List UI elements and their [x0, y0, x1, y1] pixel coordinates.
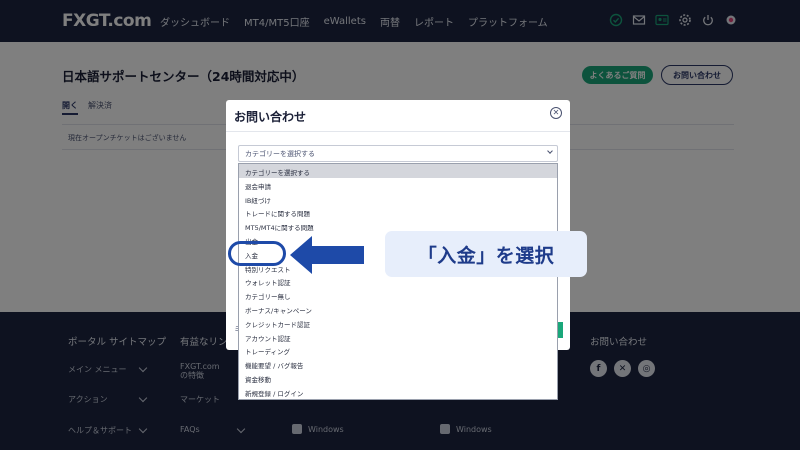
category-select[interactable]: カテゴリーを選択する: [238, 145, 558, 162]
dropdown-option[interactable]: 退会申請: [239, 178, 557, 192]
left-arrow-icon: [290, 236, 364, 274]
instruction-callout: 「入金」を選択: [385, 231, 587, 277]
dropdown-option[interactable]: ボーナス/キャンペーン: [239, 302, 557, 316]
dropdown-option[interactable]: トレーディング: [239, 343, 557, 357]
deposit-highlight-ring: [228, 241, 286, 266]
dropdown-option[interactable]: カテゴリー無し: [239, 288, 557, 302]
dropdown-option[interactable]: トレードに関する問題: [239, 205, 557, 219]
dropdown-option[interactable]: 新規登録 / ログイン: [239, 385, 557, 399]
dropdown-option[interactable]: 資金移動: [239, 371, 557, 385]
dropdown-option[interactable]: アカウント認証: [239, 330, 557, 344]
close-icon[interactable]: ✕: [550, 107, 562, 119]
dropdown-option[interactable]: カテゴリーを選択する: [239, 164, 557, 178]
chevron-down-icon: [547, 148, 553, 154]
category-dropdown-list: カテゴリーを選択する 退会申請 IB紐づけ トレードに関する問題 MT5/MT4…: [238, 163, 558, 400]
modal-title: お問い合わせ: [234, 110, 307, 124]
category-select-value: カテゴリーを選択する: [245, 150, 315, 158]
modal-divider: [226, 131, 570, 132]
dropdown-option[interactable]: IB紐づけ: [239, 192, 557, 206]
dropdown-option[interactable]: 機能要望 / バグ報告: [239, 357, 557, 371]
dropdown-option[interactable]: クレジットカード認証: [239, 316, 557, 330]
